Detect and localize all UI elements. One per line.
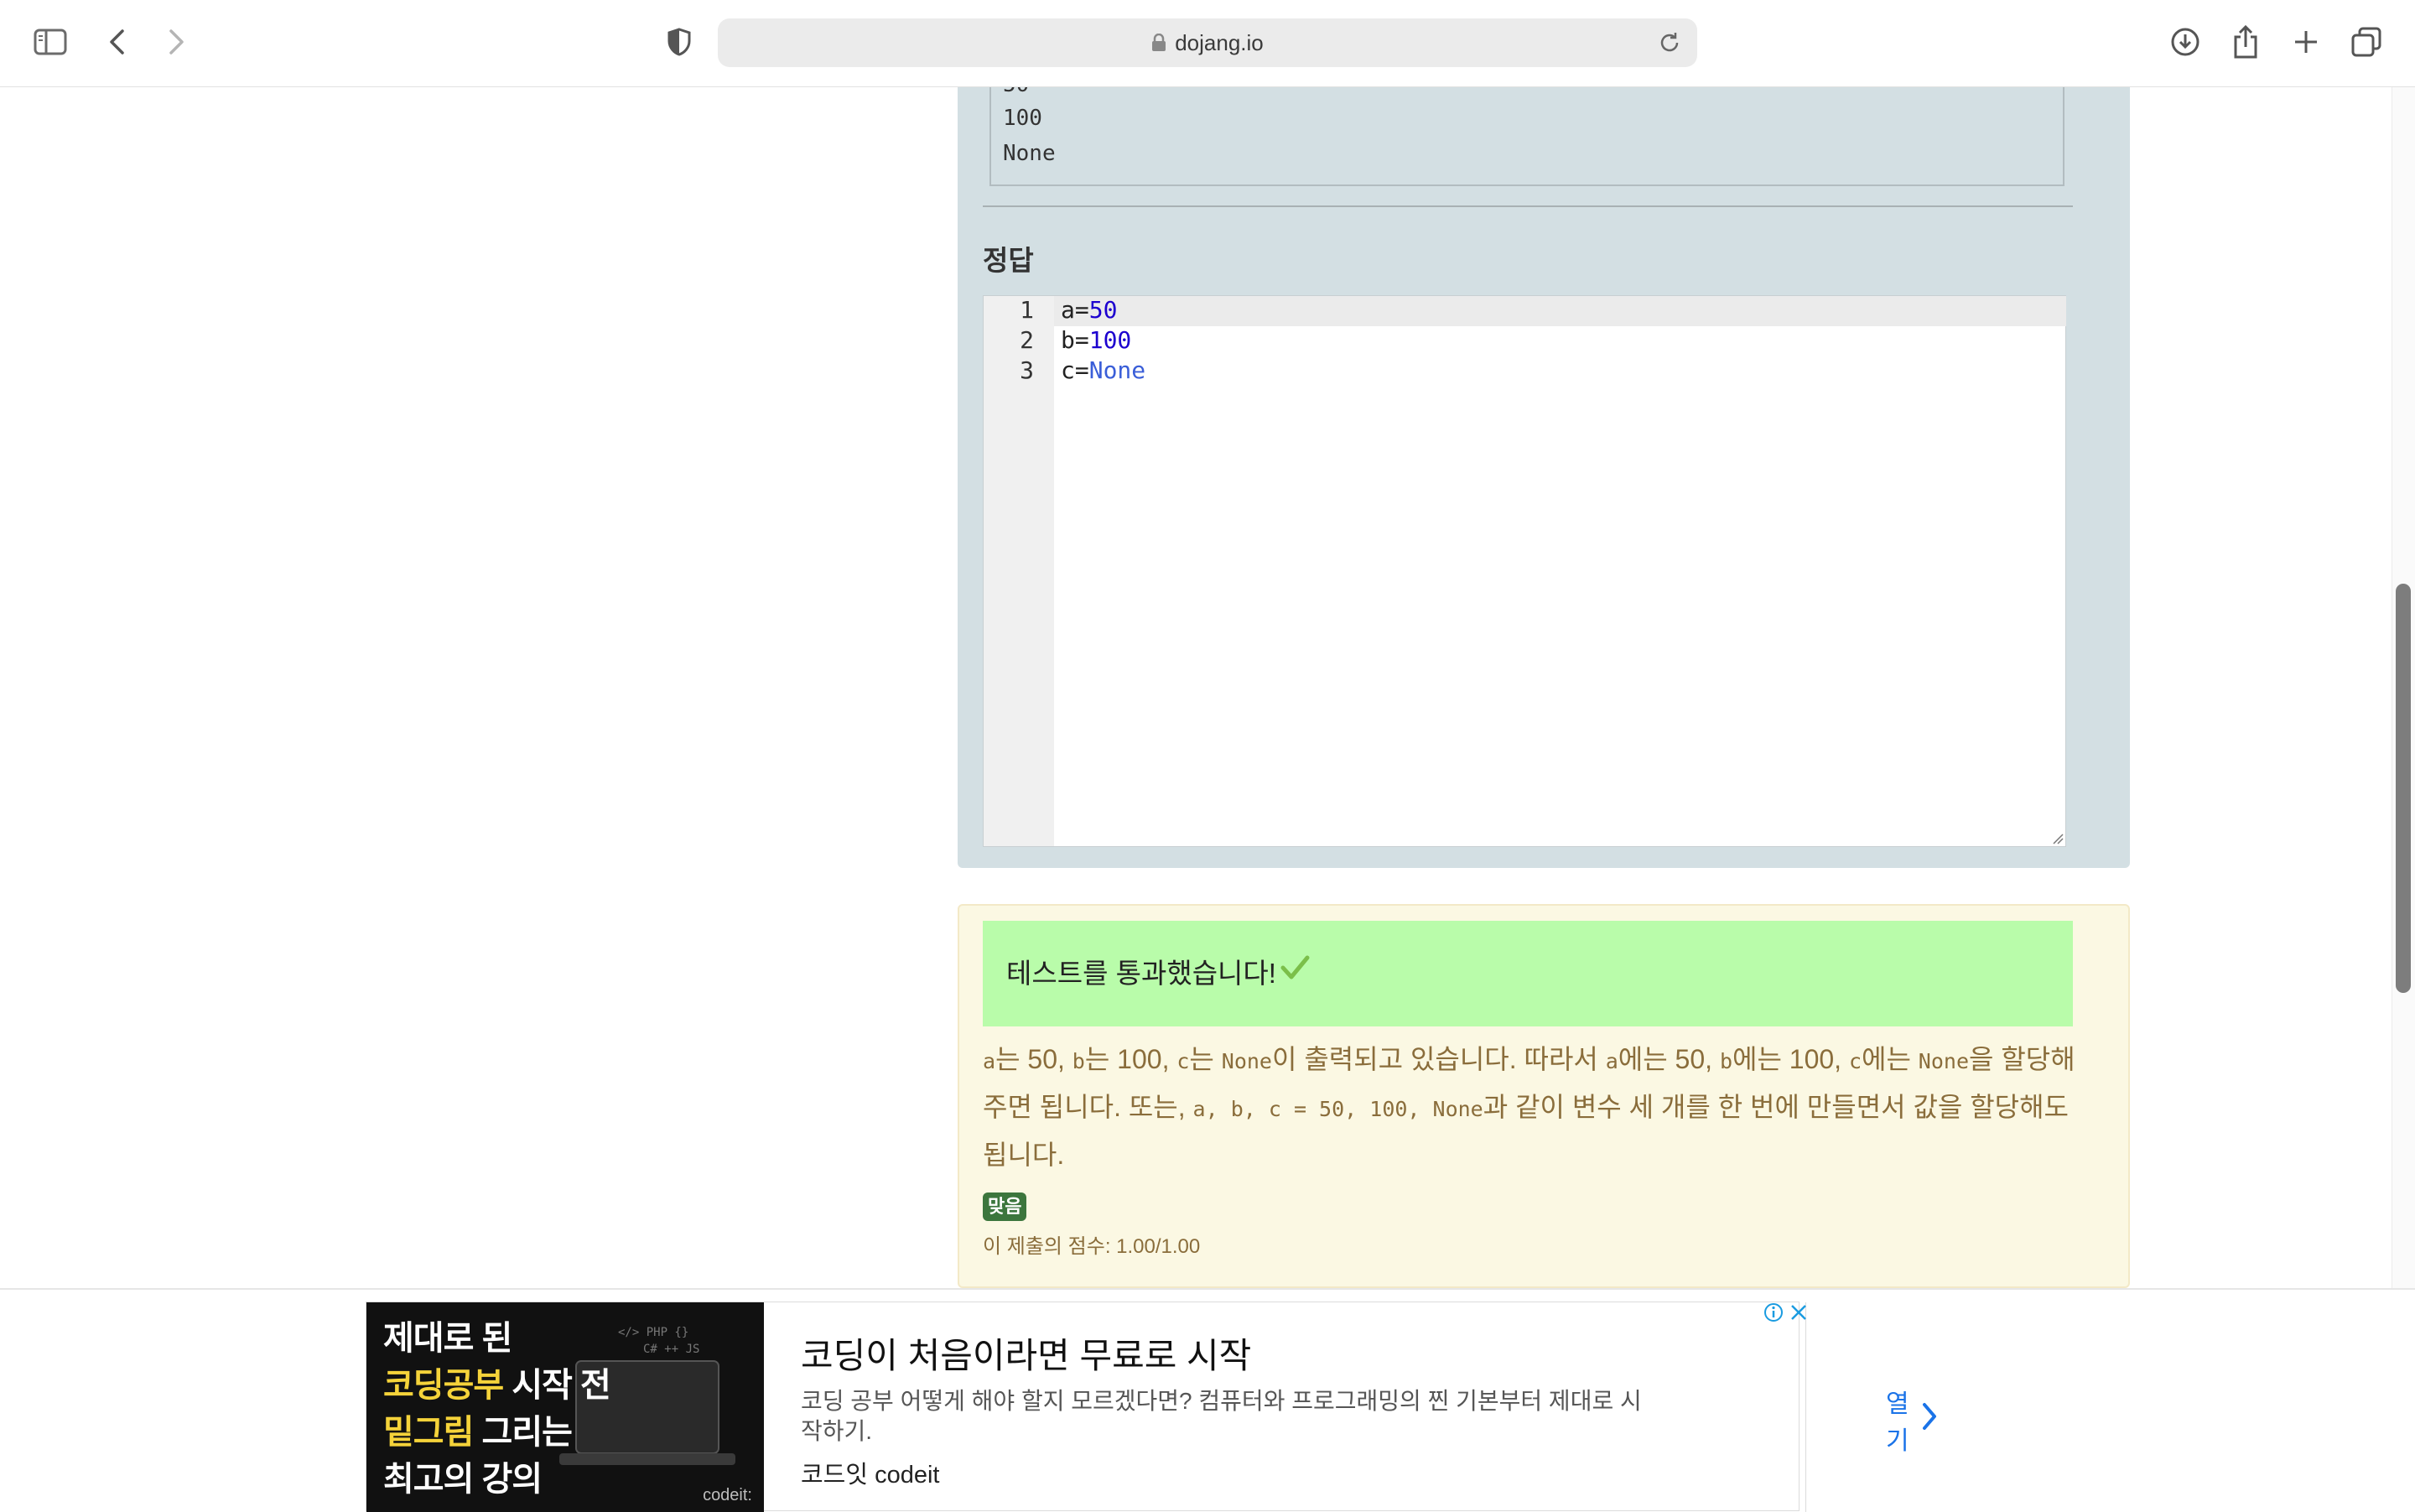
code-line: b=100 xyxy=(1061,326,1132,354)
downloads-icon[interactable] xyxy=(2165,22,2205,62)
checkmark-icon xyxy=(1280,954,1310,981)
line-number-gutter: 1 2 3 xyxy=(984,296,1054,846)
output-line: 50 xyxy=(1003,87,1029,97)
result-panel: 테스트를 통과했습니다! a는 50, b는 100, c는 None이 출력되… xyxy=(958,904,2130,1288)
tab-overview-icon[interactable] xyxy=(2346,22,2386,62)
ad-open-button[interactable]: 열기 xyxy=(1886,1383,1938,1457)
url-text: dojang.io xyxy=(1175,29,1264,55)
scrollbar-thumb[interactable] xyxy=(2396,584,2411,993)
ad-banner[interactable]: </> PHP {} C# ++ JS 제대로 된 코딩공부 시작 전 밑그림 … xyxy=(366,1302,1936,1512)
ad-bar: </> PHP {} C# ++ JS 제대로 된 코딩공부 시작 전 밑그림 … xyxy=(0,1288,2415,1512)
reload-icon[interactable] xyxy=(1657,30,1682,55)
output-box: 50 100 None xyxy=(989,87,2064,186)
code-line: a=50 xyxy=(1061,296,1118,324)
close-icon[interactable] xyxy=(1789,1302,1809,1327)
line-number: 2 xyxy=(1020,326,1034,354)
ad-advertiser: 코드잇 codeit xyxy=(801,1462,940,1489)
lock-icon xyxy=(1151,33,1166,52)
browser-toolbar: dojang.io xyxy=(0,0,2415,87)
line-number: 1 xyxy=(1020,296,1034,324)
svg-text:</> PHP {}: </> PHP {} xyxy=(618,1326,688,1339)
explanation-text: a는 50, b는 100, c는 None이 출력되고 있습니다. 따라서 a… xyxy=(983,1044,2075,1170)
share-icon[interactable] xyxy=(2225,22,2266,62)
page-content: 50 100 None 정답 1 2 3 a=50 b=100 c=None xyxy=(0,87,2415,1288)
forward-icon[interactable] xyxy=(156,22,196,62)
output-line: 100 xyxy=(1003,106,1042,131)
code-line: c=None xyxy=(1061,356,1146,384)
ad-open-label: 열기 xyxy=(1886,1390,1909,1455)
test-passed-alert: 테스트를 통과했습니다! xyxy=(983,921,2073,1026)
ad-choices[interactable] xyxy=(1763,1302,1809,1327)
divider xyxy=(983,205,2073,207)
answer-title: 정답 xyxy=(983,245,1034,276)
test-passed-text: 테스트를 통과했습니다! xyxy=(1006,958,1276,989)
chevron-right-icon xyxy=(1921,1402,1938,1437)
sidebar-toggle-icon[interactable] xyxy=(30,22,70,62)
code-editor[interactable]: 1 2 3 a=50 b=100 c=None xyxy=(983,295,2066,847)
ad-image[interactable]: </> PHP {} C# ++ JS 제대로 된 코딩공부 시작 전 밑그림 … xyxy=(366,1302,764,1512)
info-icon[interactable] xyxy=(1763,1302,1784,1327)
line-number: 3 xyxy=(1020,356,1034,384)
address-bar[interactable]: dojang.io xyxy=(718,18,1697,67)
back-icon[interactable] xyxy=(97,22,138,62)
answer-panel: 50 100 None 정답 1 2 3 a=50 b=100 c=None xyxy=(958,87,2130,868)
privacy-shield-icon[interactable] xyxy=(659,22,699,62)
new-tab-icon[interactable] xyxy=(2286,22,2326,62)
active-line-highlight xyxy=(1054,296,2066,326)
submission-score: 이 제출의 점수: 1.00/1.00 xyxy=(983,1235,1201,1258)
resize-handle-icon[interactable] xyxy=(2052,833,2064,844)
output-line: None xyxy=(1003,141,1056,166)
ad-description: 코딩 공부 어떻게 해야 할지 모르겠다면? 컴퓨터와 프로그래밍의 찐 기본부… xyxy=(801,1388,1642,1444)
divider xyxy=(1805,1302,1806,1512)
ad-headline[interactable]: 코딩이 처음이라면 무료로 시작 xyxy=(801,1328,1251,1379)
svg-text:C# ++ JS: C# ++ JS xyxy=(643,1343,699,1356)
correct-badge: 맞음 xyxy=(983,1192,1027,1221)
